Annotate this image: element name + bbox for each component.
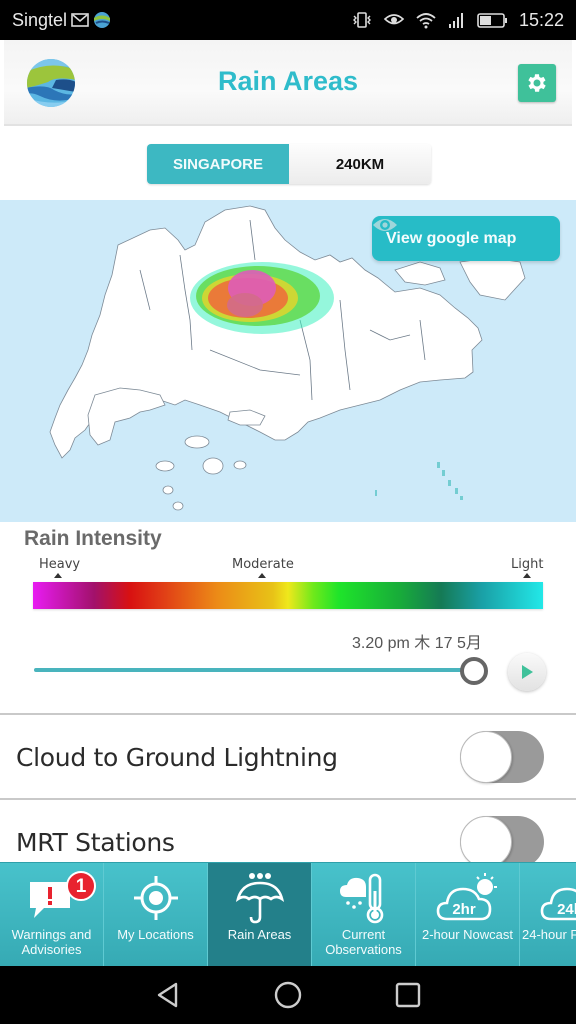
nowcast-icon-text: 2hr	[452, 901, 476, 918]
system-navigation-bar	[0, 966, 576, 1024]
range-option-singapore[interactable]: SINGAPORE	[147, 144, 289, 184]
timeline-slider-thumb[interactable]	[460, 657, 488, 685]
southern-island	[184, 435, 210, 449]
legend-label-light: Light	[511, 557, 544, 572]
nav-label: Rain Areas	[227, 927, 292, 942]
radar-timestamp: 3.20 pm 木 17 5月	[352, 635, 482, 652]
range-toggle: SINGAPORE 240KM	[147, 144, 431, 184]
page-title: Rain Areas	[217, 66, 359, 96]
eye-icon	[383, 11, 405, 29]
nav-rain-areas[interactable]: Rain Areas	[208, 863, 312, 966]
legend-label-heavy: Heavy	[39, 557, 81, 572]
lightning-switch[interactable]	[460, 731, 544, 783]
legend-marker-moderate	[258, 573, 266, 578]
nav-warnings[interactable]: 1 Warnings and Advisories	[0, 863, 104, 966]
nav-my-locations[interactable]: My Locations	[104, 863, 208, 966]
southern-island	[155, 460, 175, 472]
toggle-row-lightning: Cloud to Ground Lightning	[0, 716, 576, 800]
mrt-stations-label: MRT Stations	[16, 828, 175, 857]
settings-button[interactable]	[518, 64, 556, 102]
jurong-island	[87, 387, 166, 446]
mrt-stations-switch[interactable]	[460, 816, 544, 868]
play-icon	[522, 665, 533, 679]
lightning-label: Cloud to Ground Lightning	[16, 743, 338, 772]
divider	[0, 713, 576, 715]
nav-label: My Locations	[117, 927, 194, 942]
back-icon[interactable]	[154, 981, 182, 1009]
switch-knob	[460, 731, 512, 783]
nav-label: 24-hour Forecast	[522, 927, 576, 942]
clock: 15:22	[518, 9, 564, 30]
notification-badge: 1	[66, 871, 96, 901]
wifi-icon	[415, 11, 437, 29]
signal-icon	[447, 11, 467, 29]
nav-24hour-forecast[interactable]: 24h 24-hour Forecast	[520, 863, 576, 966]
rain-intensity-gradient	[33, 582, 543, 609]
umbrella-rain-icon	[235, 873, 284, 924]
view-google-map-button[interactable]: View google map	[372, 216, 560, 261]
home-icon[interactable]	[274, 981, 302, 1009]
eye-icon	[373, 219, 397, 231]
status-bar: Singtel 15:22	[0, 0, 576, 40]
cloud-24hr-icon: 24h	[540, 887, 576, 921]
southern-island	[172, 501, 184, 511]
vibrate-icon	[351, 11, 373, 29]
battery-icon	[477, 11, 509, 29]
nav-2hour-nowcast[interactable]: 2hr 2-hour Nowcast	[416, 863, 520, 966]
rain-cell	[190, 262, 334, 334]
view-google-map-label: View google map	[386, 229, 517, 247]
nav-label: Warnings and Advisories	[11, 927, 92, 957]
legend-marker-heavy	[54, 573, 62, 578]
nav-label: 2-hour Nowcast	[421, 927, 514, 942]
southern-island	[233, 460, 247, 470]
app-header: Rain Areas	[4, 40, 572, 126]
divider	[0, 798, 576, 800]
gear-icon	[528, 74, 546, 92]
rain-map[interactable]: View google map	[0, 200, 576, 522]
pulau-ubin	[394, 261, 446, 286]
recents-icon[interactable]	[394, 981, 422, 1009]
timeline-slider-track[interactable]	[34, 668, 474, 672]
cloud-sun-2hr-icon: 2hr	[436, 873, 497, 921]
nav-label: Current Observations	[325, 927, 402, 957]
cloud-thermometer-icon	[339, 873, 383, 924]
crosshair-icon	[133, 876, 178, 920]
legend-label-moderate: Moderate	[232, 557, 294, 572]
rain-intensity-title: Rain Intensity	[24, 527, 162, 550]
carrier-name: Singtel	[12, 9, 68, 30]
southern-island	[162, 485, 174, 495]
legend-marker-light	[523, 573, 531, 578]
switch-knob	[460, 816, 512, 868]
southern-island	[202, 457, 224, 475]
range-option-240km[interactable]: 240KM	[289, 144, 431, 184]
forecast-icon-text: 24h	[557, 901, 576, 918]
bottom-navigation: 1 Warnings and Advisories My Locations R…	[0, 862, 576, 966]
nav-current-observations[interactable]: Current Observations	[312, 863, 416, 966]
app-icon	[93, 11, 111, 29]
play-button[interactable]	[508, 653, 546, 691]
mail-icon	[71, 12, 89, 28]
pulau-tekong	[459, 257, 526, 301]
